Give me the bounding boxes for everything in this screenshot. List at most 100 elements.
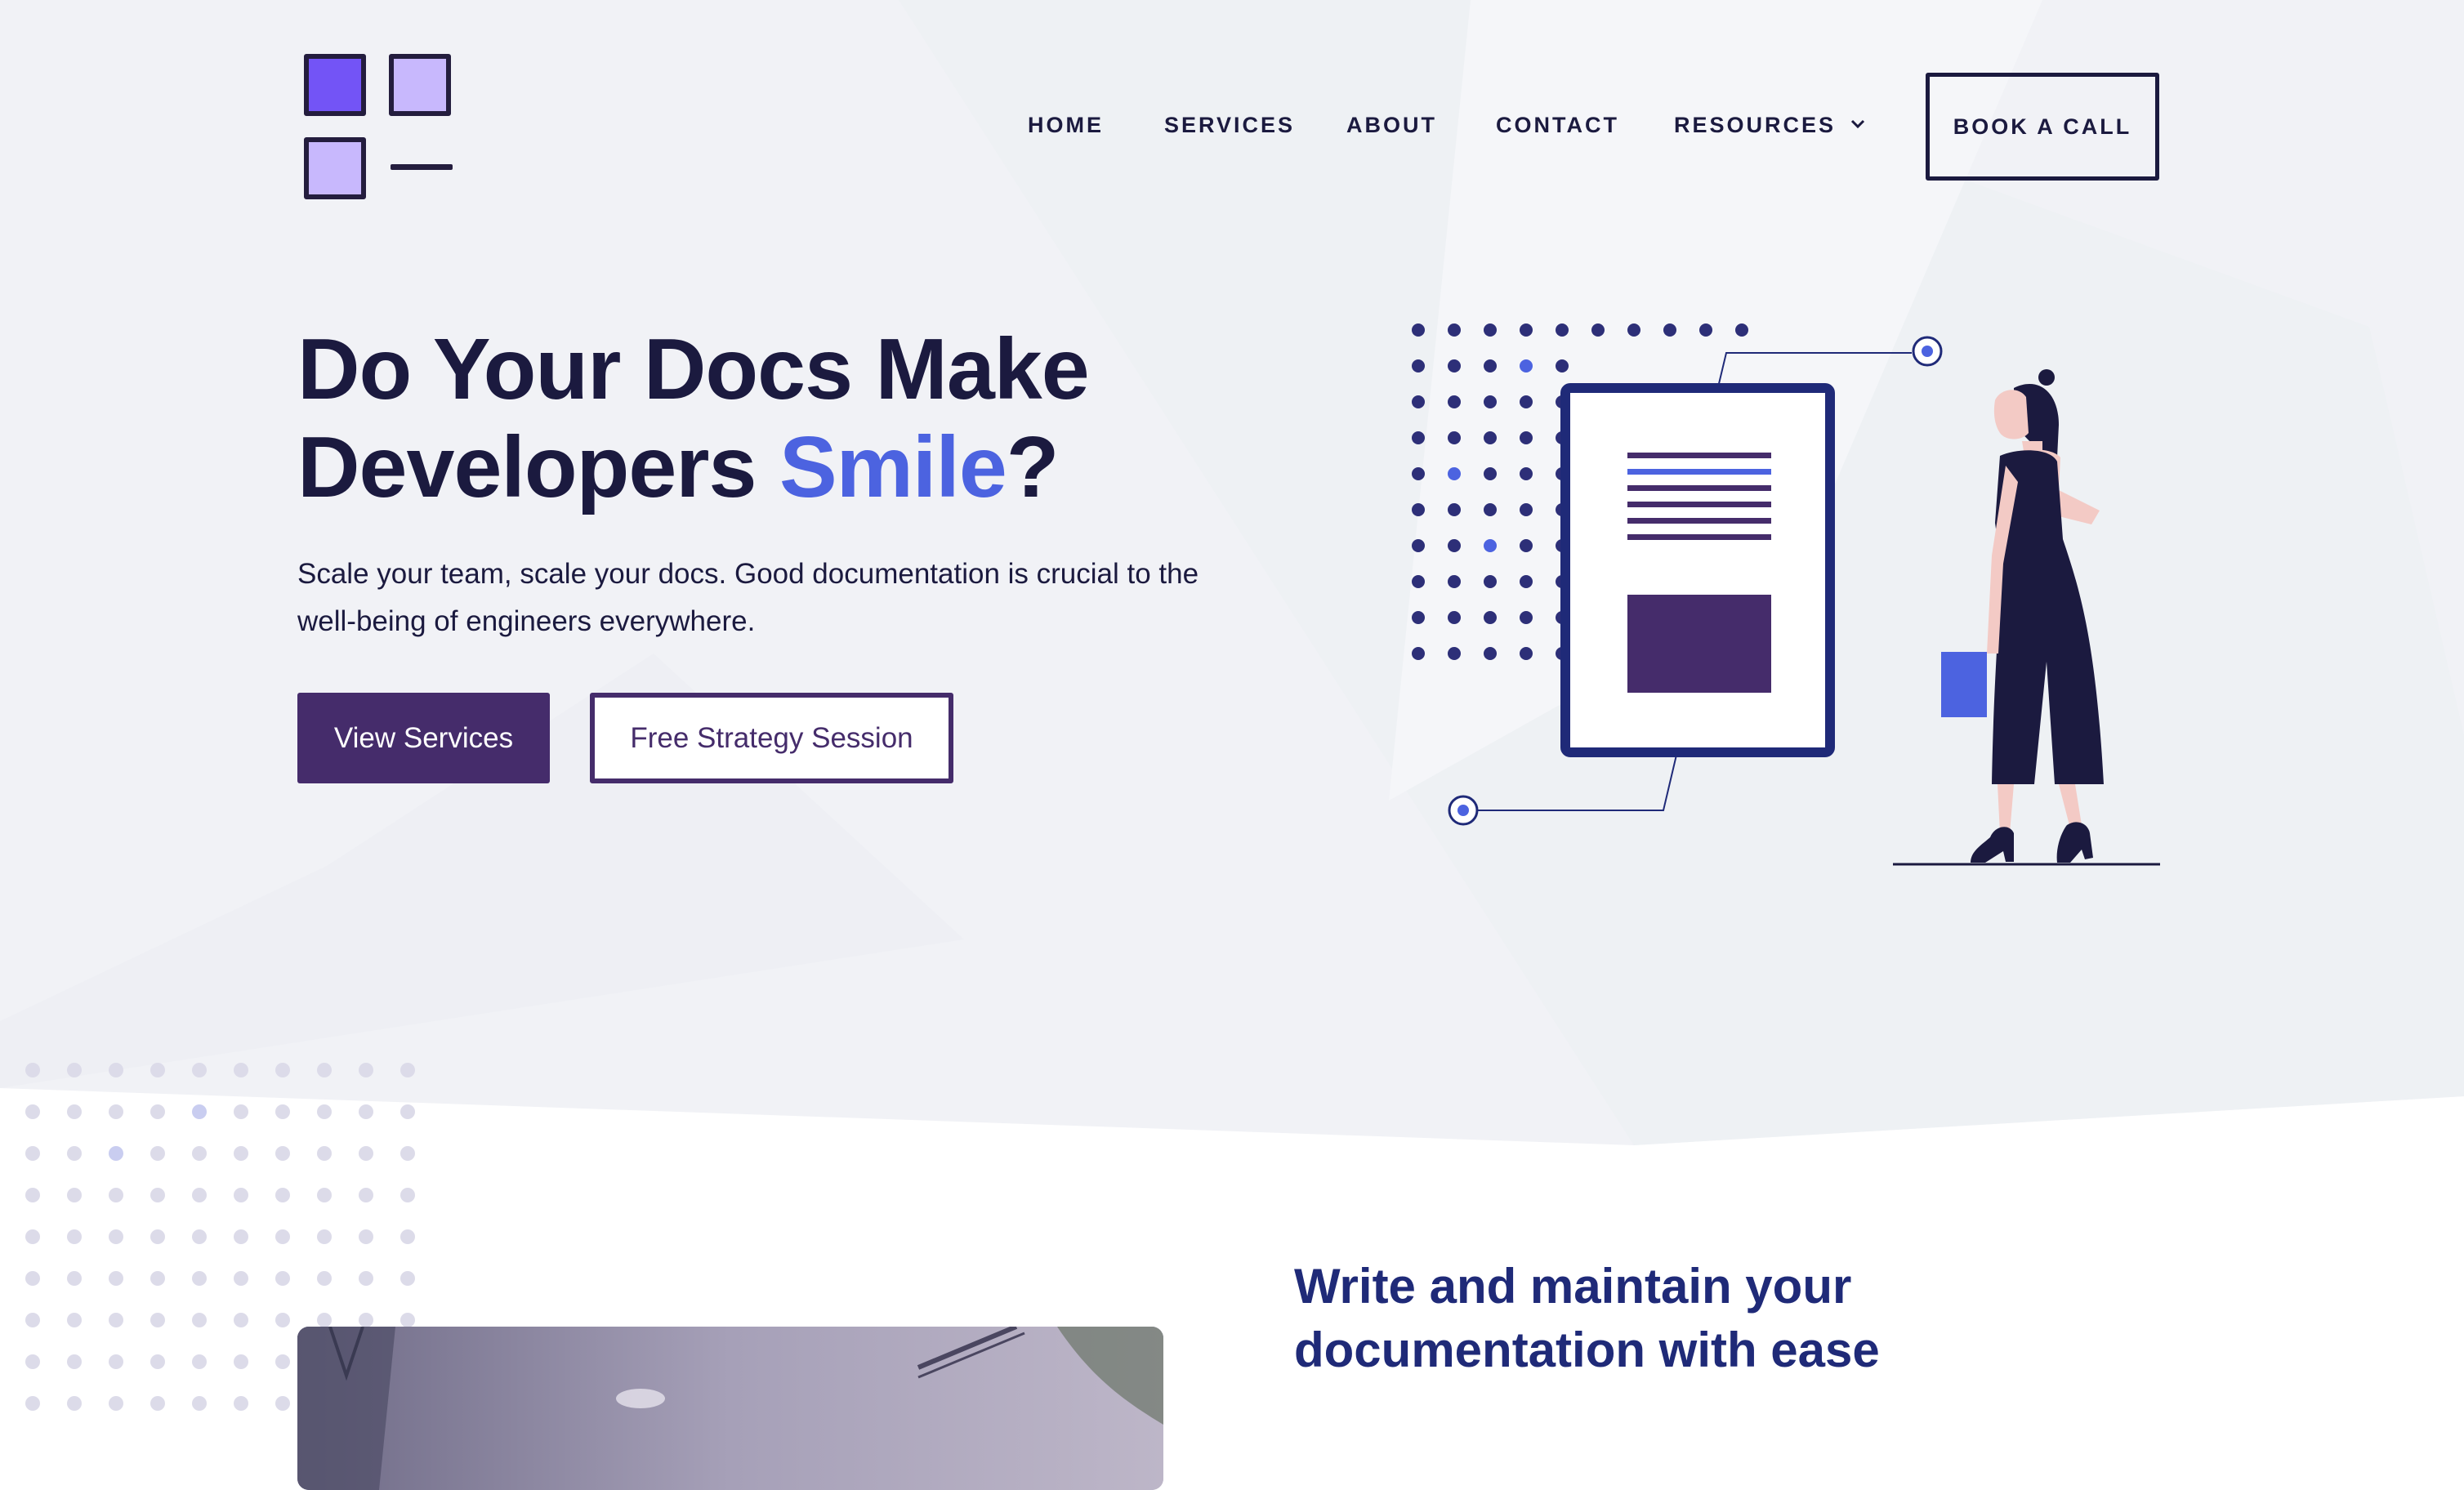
- decor-dot: [1627, 323, 1640, 337]
- decor-dot: [67, 1313, 82, 1327]
- logo-dash: [391, 164, 453, 170]
- book-a-call-button[interactable]: BOOK A CALL: [1926, 73, 2159, 181]
- decor-dot: [192, 1229, 207, 1244]
- decor-dot: [67, 1271, 82, 1286]
- decor-dot: [275, 1229, 290, 1244]
- decor-dot: [1520, 539, 1533, 552]
- hero-title-line2: Developers: [297, 419, 779, 515]
- decor-dot: [192, 1313, 207, 1327]
- decor-dot: [109, 1396, 123, 1411]
- decor-dot: [109, 1354, 123, 1369]
- decor-dot: [275, 1104, 290, 1119]
- decor-dot: [317, 1229, 332, 1244]
- decor-dot: [400, 1063, 415, 1077]
- logo-square-light-bottom: [304, 137, 366, 199]
- nav-resources[interactable]: RESOURCES: [1674, 113, 1865, 138]
- nav-services[interactable]: SERVICES: [1164, 113, 1295, 138]
- decor-dot: [67, 1146, 82, 1161]
- decor-dot: [1448, 647, 1461, 660]
- decor-dot: [317, 1271, 332, 1286]
- decor-dot: [1520, 431, 1533, 444]
- decor-dot: [234, 1104, 248, 1119]
- decor-dot: [25, 1188, 40, 1202]
- decor-dot: [275, 1188, 290, 1202]
- decor-dot: [109, 1104, 123, 1119]
- decor-dot: [67, 1104, 82, 1119]
- decor-dot: [192, 1396, 207, 1411]
- decor-dot: [25, 1396, 40, 1411]
- decor-dot: [1412, 467, 1425, 480]
- decor-dot: [67, 1188, 82, 1202]
- decor-dot: [400, 1146, 415, 1161]
- decor-dot: [400, 1271, 415, 1286]
- decor-dot: [1520, 395, 1533, 408]
- document-icon: [1560, 383, 1835, 757]
- decor-dot: [1412, 359, 1425, 372]
- decor-dot: [400, 1104, 415, 1119]
- decor-dot: [275, 1146, 290, 1161]
- decor-dot: [359, 1188, 373, 1202]
- decor-dot: [359, 1146, 373, 1161]
- decor-dot: [234, 1354, 248, 1369]
- decor-dot: [359, 1063, 373, 1077]
- decor-dot: [150, 1146, 165, 1161]
- decor-dot: [359, 1313, 373, 1327]
- decor-dot: [150, 1354, 165, 1369]
- photo-contents: [297, 1327, 1163, 1490]
- decor-dot: [1448, 503, 1461, 516]
- decor-dot: [192, 1354, 207, 1369]
- decor-dot: [1484, 647, 1497, 660]
- decor-dot: [1484, 539, 1497, 552]
- decor-dot: [1556, 323, 1569, 337]
- decor-dot: [1448, 323, 1461, 337]
- hero-title-suffix: ?: [1006, 419, 1060, 515]
- decor-dot: [1663, 323, 1676, 337]
- decor-dot: [150, 1188, 165, 1202]
- decor-dot: [1520, 467, 1533, 480]
- decor-dot: [275, 1313, 290, 1327]
- section-heading-line1: Write and maintain your: [1294, 1259, 1852, 1314]
- decor-dot: [317, 1146, 332, 1161]
- nav-about[interactable]: ABOUT: [1346, 113, 1437, 138]
- decor-dot: [1484, 611, 1497, 624]
- decor-dot: [1484, 395, 1497, 408]
- decor-dot: [192, 1188, 207, 1202]
- site-logo[interactable]: [304, 54, 456, 201]
- decor-dot: [234, 1396, 248, 1411]
- decor-dot: [1448, 611, 1461, 624]
- decor-dot: [150, 1271, 165, 1286]
- woman-figure: [1941, 369, 2104, 863]
- decor-dot: [1735, 323, 1748, 337]
- decor-dot: [109, 1229, 123, 1244]
- decor-dot: [1556, 359, 1569, 372]
- decor-dot: [1412, 503, 1425, 516]
- decor-dot: [400, 1229, 415, 1244]
- view-services-button[interactable]: View Services: [297, 693, 550, 783]
- decor-dot: [25, 1104, 40, 1119]
- decor-dot: [1520, 575, 1533, 588]
- decor-dot: [275, 1396, 290, 1411]
- decor-dot: [317, 1104, 332, 1119]
- chevron-down-icon: [1850, 119, 1865, 128]
- decor-dot: [234, 1146, 248, 1161]
- decor-dot: [1520, 503, 1533, 516]
- decor-dot: [275, 1271, 290, 1286]
- decor-dot: [1484, 323, 1497, 337]
- decor-dot: [1448, 395, 1461, 408]
- decor-dot: [25, 1229, 40, 1244]
- decor-dot: [67, 1396, 82, 1411]
- decor-dot: [109, 1271, 123, 1286]
- nav-contact[interactable]: CONTACT: [1496, 113, 1619, 138]
- decor-dot: [192, 1146, 207, 1161]
- decor-dot: [192, 1271, 207, 1286]
- decor-dot: [1484, 467, 1497, 480]
- decor-dot: [67, 1354, 82, 1369]
- free-strategy-session-button[interactable]: Free Strategy Session: [590, 693, 953, 783]
- nav-home[interactable]: HOME: [1028, 113, 1104, 138]
- decor-dot: [25, 1271, 40, 1286]
- decor-dot: [1412, 323, 1425, 337]
- decor-dot: [234, 1271, 248, 1286]
- nav-resources-label: RESOURCES: [1674, 113, 1837, 137]
- decor-dot: [1484, 503, 1497, 516]
- logo-square-light: [389, 54, 451, 116]
